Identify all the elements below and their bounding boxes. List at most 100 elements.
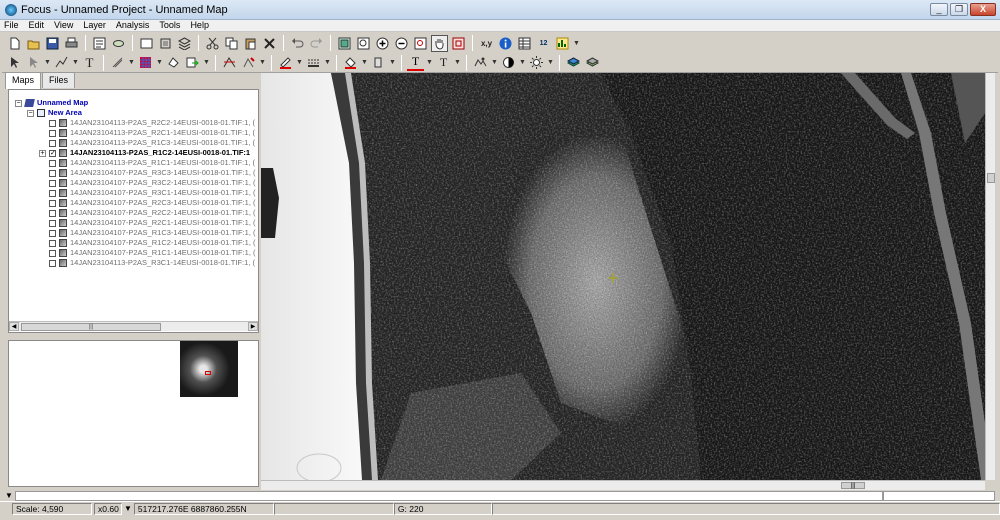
menu-help[interactable]: Help: [190, 20, 209, 31]
scroll-thumb[interactable]: [987, 173, 995, 183]
layer-checkbox[interactable]: [49, 159, 56, 167]
contrast-icon[interactable]: [500, 54, 517, 71]
chevron-down-icon[interactable]: ▼: [454, 59, 461, 66]
layer-row[interactable]: + ✓ 14JAN23104113-P2AS_R1C2-14EUSI-0018-01…: [39, 148, 250, 158]
maximize-button[interactable]: ❐: [950, 3, 968, 16]
polyline-icon[interactable]: [53, 54, 70, 71]
tree-horizontal-scrollbar[interactable]: ◀ ||| ▶: [9, 321, 258, 331]
layer-checkbox[interactable]: [49, 229, 56, 237]
layer-checkbox[interactable]: [49, 179, 56, 187]
chevron-down-icon[interactable]: ▼: [519, 59, 526, 66]
layer-row[interactable]: 14JAN23104107-P2AS_R2C3-14EUSI-0018-01.T…: [49, 198, 258, 208]
fill-color-icon[interactable]: [342, 54, 359, 71]
edit-shape-icon[interactable]: [109, 54, 126, 71]
scroll-left-icon[interactable]: ◀: [9, 322, 19, 331]
text-style-icon[interactable]: T: [435, 54, 452, 71]
menu-edit[interactable]: Edit: [29, 20, 45, 31]
layer-row[interactable]: 14JAN23104107-P2AS_R2C2-14EUSI-0018-01.T…: [49, 208, 258, 218]
menu-file[interactable]: File: [4, 20, 19, 31]
map-view[interactable]: [261, 73, 985, 480]
overview-extent-box[interactable]: [205, 371, 211, 375]
open-folder-icon[interactable]: [25, 35, 42, 52]
chart-icon[interactable]: [554, 35, 571, 52]
link-icon[interactable]: [110, 35, 127, 52]
layer-row[interactable]: 14JAN23104113-P2AS_R2C1-14EUSI-0018-01.T…: [49, 128, 258, 138]
copy-icon[interactable]: [223, 35, 240, 52]
save-icon[interactable]: [44, 35, 61, 52]
layers-icon[interactable]: [176, 35, 193, 52]
paste-icon[interactable]: [242, 35, 259, 52]
layer-checkbox[interactable]: [49, 239, 56, 247]
zoom-in-icon[interactable]: [374, 35, 391, 52]
layer-checkbox[interactable]: [49, 119, 56, 127]
chevron-down-icon[interactable]: ▼: [44, 59, 51, 66]
zoom-window-icon[interactable]: [355, 35, 372, 52]
text-color-icon[interactable]: T: [407, 54, 424, 71]
zoom-box-icon[interactable]: [412, 35, 429, 52]
text-tool-icon[interactable]: T: [81, 54, 98, 71]
chevron-down-icon[interactable]: ▼: [324, 59, 331, 66]
chevron-down-icon[interactable]: ▼: [361, 59, 368, 66]
scroll-thumb[interactable]: |||: [841, 482, 865, 489]
scroll-thumb[interactable]: |||: [21, 322, 161, 331]
info-icon[interactable]: [497, 35, 514, 52]
select-node-icon[interactable]: [25, 54, 42, 71]
chevron-down-icon[interactable]: ▼: [259, 59, 266, 66]
map-horizontal-scrollbar[interactable]: |||: [261, 480, 985, 490]
expand-icon[interactable]: +: [39, 149, 46, 157]
chevron-down-icon[interactable]: ▼: [156, 59, 163, 66]
dropdown-arrow-icon[interactable]: ▼: [124, 504, 132, 513]
identify-xy-icon[interactable]: x,y: [478, 35, 495, 52]
tab-maps[interactable]: Maps: [5, 72, 42, 89]
cut-icon[interactable]: [204, 35, 221, 52]
frame-icon[interactable]: [157, 35, 174, 52]
overview-thumbnail[interactable]: [180, 341, 238, 397]
layer-checkbox[interactable]: [49, 139, 56, 147]
table-icon[interactable]: [516, 35, 533, 52]
layer-row[interactable]: 14JAN23104107-P2AS_R1C3-14EUSI-0018-01.T…: [49, 228, 258, 238]
chevron-down-icon[interactable]: ▼: [128, 59, 135, 66]
menu-layer[interactable]: Layer: [83, 20, 106, 31]
line-color-icon[interactable]: [277, 54, 294, 71]
print-icon[interactable]: [63, 35, 80, 52]
layer-checkbox[interactable]: [49, 259, 56, 267]
image-layer-icon[interactable]: [584, 54, 601, 71]
sort-icon[interactable]: 12: [535, 35, 552, 52]
close-button[interactable]: X: [970, 3, 996, 16]
split-tool-icon[interactable]: [240, 54, 257, 71]
layer-checkbox[interactable]: [49, 219, 56, 227]
chevron-down-icon[interactable]: ▼: [203, 59, 210, 66]
export-icon[interactable]: [184, 54, 201, 71]
scroll-right-icon[interactable]: ▶: [248, 322, 258, 331]
layer-checkbox[interactable]: [49, 129, 56, 137]
redo-icon[interactable]: [308, 35, 325, 52]
tree-area-node[interactable]: − New Area: [27, 108, 82, 118]
layer-row[interactable]: 14JAN23104107-P2AS_R1C2-14EUSI-0018-01.T…: [49, 238, 258, 248]
menu-tools[interactable]: Tools: [159, 20, 180, 31]
grid-pattern-icon[interactable]: [137, 54, 154, 71]
menu-view[interactable]: View: [54, 20, 73, 31]
dropdown-arrow-icon[interactable]: ▼: [5, 491, 15, 500]
tree-map-node[interactable]: − Unnamed Map: [15, 98, 88, 108]
layer-row[interactable]: 14JAN23104107-P2AS_R1C1-14EUSI-0018-01.T…: [49, 248, 258, 258]
undo-icon[interactable]: [289, 35, 306, 52]
vertex-tool-icon[interactable]: [221, 54, 238, 71]
select-arrow-icon[interactable]: [6, 54, 23, 71]
collapse-icon[interactable]: −: [27, 109, 34, 117]
layer-row[interactable]: 14JAN23104113-P2AS_R2C2-14EUSI-0018-01.T…: [49, 118, 258, 128]
tab-files[interactable]: Files: [42, 72, 76, 88]
refresh-icon[interactable]: [450, 35, 467, 52]
map-vertical-scrollbar[interactable]: [985, 73, 995, 480]
layer-row[interactable]: 14JAN23104107-P2AS_R2C1-14EUSI-0018-01.T…: [49, 218, 258, 228]
minimize-button[interactable]: _: [930, 3, 948, 16]
chevron-down-icon[interactable]: ▼: [389, 59, 396, 66]
layer-row[interactable]: 14JAN23104107-P2AS_R3C2-14EUSI-0018-01.T…: [49, 178, 258, 188]
chevron-down-icon[interactable]: ▼: [72, 59, 79, 66]
layer-checkbox[interactable]: [49, 249, 56, 257]
window-icon[interactable]: [138, 35, 155, 52]
layer-checkbox[interactable]: [49, 209, 56, 217]
chevron-down-icon[interactable]: ▼: [426, 59, 433, 66]
layer-checkbox[interactable]: [49, 189, 56, 197]
satellite-image[interactable]: [261, 73, 985, 480]
overview-panel[interactable]: [8, 340, 259, 487]
